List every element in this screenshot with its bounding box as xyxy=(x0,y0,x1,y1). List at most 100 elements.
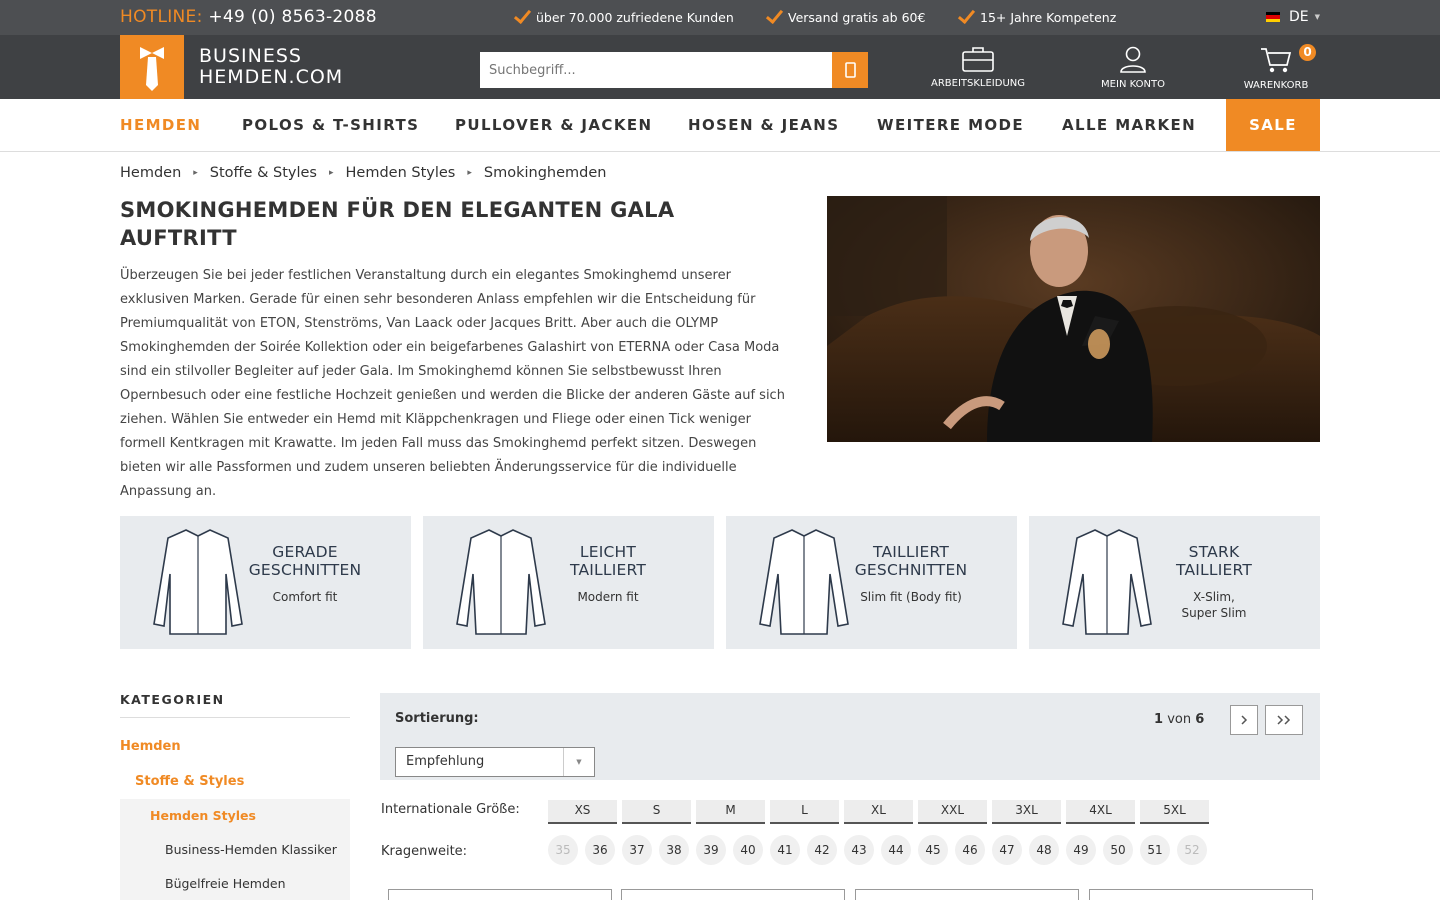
page-current: 1 xyxy=(1154,712,1164,727)
nav-hosen-jeans[interactable]: HOSEN & JEANS xyxy=(688,116,839,134)
logo-text[interactable]: BUSINESS HEMDEN.COM xyxy=(199,46,343,88)
collar-option[interactable]: 44 xyxy=(881,835,911,865)
fit-tile-xslim[interactable]: STARK TAILLIERT X-Slim, Super Slim xyxy=(1029,516,1320,649)
intro-text: Überzeugen Sie bei jeder festlichen Vera… xyxy=(120,268,785,499)
size-option[interactable]: XXL xyxy=(918,800,987,824)
collar-option: 35 xyxy=(548,835,578,865)
nav-weitere-mode[interactable]: WEITERE MODE xyxy=(877,116,1024,134)
logo-line-2: HEMDEN.COM xyxy=(199,66,344,88)
nav-sale[interactable]: SALE xyxy=(1226,99,1320,151)
collar-option[interactable]: 41 xyxy=(770,835,800,865)
german-flag-icon xyxy=(1266,12,1280,22)
breadcrumb-item[interactable]: Hemden xyxy=(120,165,181,181)
sidebar-item-hemden[interactable]: Hemden xyxy=(120,739,181,754)
cart-icon xyxy=(1261,48,1292,73)
check-icon xyxy=(957,5,976,24)
size-option[interactable]: S xyxy=(622,800,691,824)
size-option[interactable]: 3XL xyxy=(992,800,1061,824)
logo-line-1: BUSINESS xyxy=(199,45,302,67)
fit-subtitle: Slim fit (Body fit) xyxy=(860,590,962,604)
collar-option[interactable]: 49 xyxy=(1066,835,1096,865)
collar-option[interactable]: 36 xyxy=(585,835,615,865)
workwear-label: ARBEITSKLEIDUNG xyxy=(930,78,1026,89)
collar-option[interactable]: 46 xyxy=(955,835,985,865)
fit-tile-slim[interactable]: TAILLIERT GESCHNITTEN Slim fit (Body fit) xyxy=(726,516,1017,649)
fit-title: TAILLIERT GESCHNITTEN xyxy=(854,543,968,579)
collar-option[interactable]: 51 xyxy=(1140,835,1170,865)
double-chevron-right-icon xyxy=(1277,715,1291,725)
size-option[interactable]: 5XL xyxy=(1140,800,1209,824)
size-option[interactable]: 4XL xyxy=(1066,800,1135,824)
divider xyxy=(120,717,350,718)
sort-select[interactable]: Empfehlung ▼ xyxy=(395,747,595,777)
usp-experience: 15+ Jahre Kompetenz xyxy=(957,5,1117,25)
top-bar: HOTLINE: +49 (0) 8563-2088 über 70.000 z… xyxy=(0,0,1440,35)
product-card[interactable] xyxy=(388,889,612,900)
page-total: 6 xyxy=(1195,712,1205,727)
breadcrumb-item[interactable]: Hemden Styles xyxy=(346,165,456,181)
chevron-right-icon: ▸ xyxy=(193,168,198,178)
collar-option[interactable]: 40 xyxy=(733,835,763,865)
shirt-icon xyxy=(1062,529,1152,635)
collar-option[interactable]: 50 xyxy=(1103,835,1133,865)
size-option[interactable]: L xyxy=(770,800,839,824)
search-input[interactable] xyxy=(480,52,832,88)
usp-text: über 70.000 zufriedene Kunden xyxy=(536,10,734,25)
collar-option[interactable]: 42 xyxy=(807,835,837,865)
search-button[interactable] xyxy=(832,52,868,88)
collar-option: 52 xyxy=(1177,835,1207,865)
size-option[interactable]: XS xyxy=(548,800,617,824)
fit-tile-modern[interactable]: LEICHT TAILLIERT Modern fit xyxy=(423,516,714,649)
size-option[interactable]: XL xyxy=(844,800,913,824)
product-card[interactable] xyxy=(621,889,845,900)
hotline[interactable]: HOTLINE: +49 (0) 8563-2088 xyxy=(120,7,377,27)
usp-customers: über 70.000 zufriedene Kunden xyxy=(513,5,734,25)
fit-title: GERADE GESCHNITTEN xyxy=(248,543,362,579)
chevron-down-icon: ▼ xyxy=(563,748,594,776)
next-page-button[interactable] xyxy=(1230,705,1258,735)
nav-hemden[interactable]: HEMDEN xyxy=(120,116,201,134)
user-icon xyxy=(1120,46,1146,73)
collar-option[interactable]: 37 xyxy=(622,835,652,865)
chevron-right-icon: ▸ xyxy=(328,168,334,178)
fit-title: STARK TAILLIERT xyxy=(1176,543,1252,579)
chevron-down-icon: ▼ xyxy=(1314,13,1321,21)
nav-pullover-jacken[interactable]: PULLOVER & JACKEN xyxy=(455,116,652,134)
last-page-button[interactable] xyxy=(1265,705,1303,735)
chevron-right-icon: ▸ xyxy=(467,168,472,178)
fit-subtitle: Modern fit xyxy=(577,590,639,604)
collar-option[interactable]: 43 xyxy=(844,835,874,865)
sidebar-item-business-klassiker[interactable]: Business-Hemden Klassiker xyxy=(165,842,337,857)
sidebar-item-stoffe-styles[interactable]: Stoffe & Styles xyxy=(135,774,244,789)
hero-image xyxy=(827,196,1320,442)
nav-alle-marken[interactable]: ALLE MARKEN xyxy=(1062,116,1196,134)
nav-polos-t-shirts[interactable]: POLOS & T-SHIRTS xyxy=(242,116,419,134)
breadcrumb: Hemden ▸ Stoffe & Styles ▸ Hemden Styles… xyxy=(120,165,606,181)
collar-option[interactable]: 48 xyxy=(1029,835,1059,865)
workwear-link[interactable]: ARBEITSKLEIDUNG xyxy=(930,45,1026,89)
collar-option[interactable]: 47 xyxy=(992,835,1022,865)
fit-subtitle: X-Slim, Super Slim xyxy=(1181,590,1247,620)
breadcrumb-item[interactable]: Stoffe & Styles xyxy=(210,165,317,181)
size-option[interactable]: M xyxy=(696,800,765,824)
product-card[interactable] xyxy=(855,889,1079,900)
briefcase-icon xyxy=(962,47,994,72)
shirt-icon xyxy=(759,529,849,635)
collar-option[interactable]: 38 xyxy=(659,835,689,865)
usp-shipping: Versand gratis ab 60€ xyxy=(765,5,925,25)
collar-option[interactable]: 45 xyxy=(918,835,948,865)
sidebar-item-hemden-styles[interactable]: Hemden Styles xyxy=(150,808,256,823)
product-card[interactable] xyxy=(1089,889,1313,900)
page-of: von xyxy=(1167,712,1192,727)
shirt-icon xyxy=(153,529,243,635)
account-link[interactable]: MEIN KONTO xyxy=(1095,45,1171,90)
sidebar-item-buegelfrei[interactable]: Bügelfreie Hemden xyxy=(165,876,286,891)
logo-tie-icon[interactable] xyxy=(120,35,184,99)
cart-count-badge: 0 xyxy=(1299,44,1316,61)
collar-option[interactable]: 39 xyxy=(696,835,726,865)
shirt-icon xyxy=(456,529,546,635)
language-selector[interactable]: DE ▼ xyxy=(1266,9,1320,25)
hotline-number[interactable]: +49 (0) 8563-2088 xyxy=(208,7,377,27)
fit-tile-comfort[interactable]: GERADE GESCHNITTEN Comfort fit xyxy=(120,516,411,649)
usp-text: 15+ Jahre Kompetenz xyxy=(980,10,1117,25)
